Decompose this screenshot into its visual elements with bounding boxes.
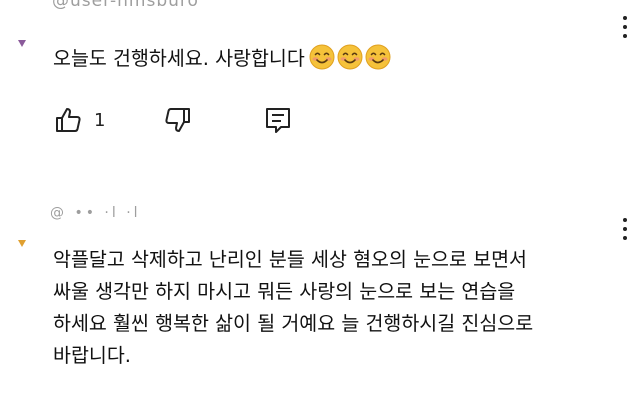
more-options-button[interactable] bbox=[618, 16, 632, 38]
thumbs-down-icon bbox=[165, 108, 190, 132]
smiling-face-icon bbox=[365, 44, 391, 70]
more-dot bbox=[623, 34, 627, 38]
comment-author-handle[interactable]: @ •• ·l ·l bbox=[50, 203, 141, 223]
like-button[interactable]: 1 bbox=[54, 106, 105, 134]
reply-button[interactable] bbox=[264, 106, 292, 136]
comment-reply-icon bbox=[266, 108, 290, 133]
dislike-button[interactable] bbox=[164, 106, 192, 134]
comment-author-handle[interactable]: @user-hmsburo bbox=[52, 0, 199, 11]
more-dot bbox=[623, 227, 627, 231]
avatar-edge[interactable] bbox=[18, 240, 26, 247]
more-dot bbox=[623, 218, 627, 222]
comment-body: 오늘도 건행하세요. 사랑합니다 bbox=[53, 43, 391, 75]
emoji-group bbox=[309, 44, 391, 70]
more-dot bbox=[623, 25, 627, 29]
more-options-button[interactable] bbox=[618, 218, 632, 240]
avatar-edge[interactable] bbox=[18, 40, 26, 47]
more-dot bbox=[623, 236, 627, 240]
smiling-face-icon bbox=[337, 44, 363, 70]
comment-text: 오늘도 건행하세요. 사랑합니다 bbox=[53, 47, 305, 70]
smiling-face-icon bbox=[309, 44, 335, 70]
like-count: 1 bbox=[94, 109, 106, 131]
thumbs-up-icon bbox=[56, 108, 81, 132]
comment-body: 악플달고 삭제하고 난리인 분들 세상 혐오의 눈으로 보면서 싸울 생각만 하… bbox=[53, 248, 534, 367]
comment-screen: @user-hmsburo 오늘도 건행하세요. 사랑합니다 1 @ •• ·l… bbox=[0, 0, 640, 400]
more-dot bbox=[623, 16, 627, 20]
